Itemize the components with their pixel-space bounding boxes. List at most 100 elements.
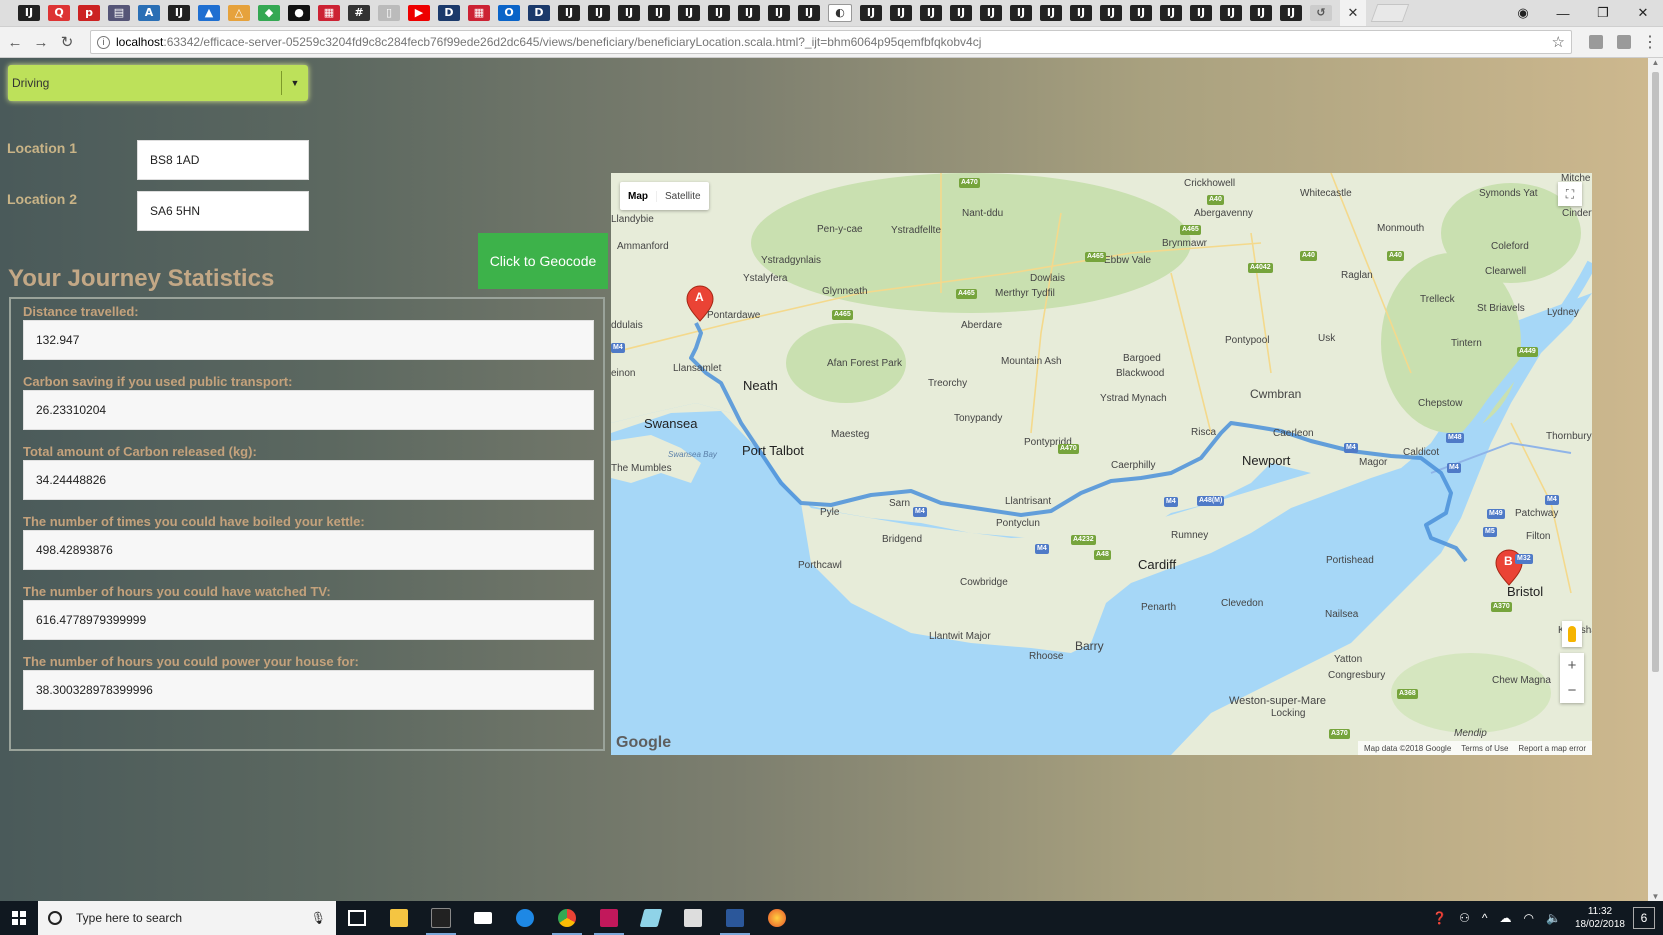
intellij-tab-icon[interactable]: IJ [618,5,640,21]
intellij-tab-icon[interactable]: IJ [1190,5,1212,21]
back-icon[interactable]: ← [4,34,26,51]
task-view-icon[interactable] [336,901,378,935]
intellij-tab-icon[interactable]: IJ [648,5,670,21]
reload-icon[interactable]: ↻ [56,33,78,51]
intellij-tab-icon[interactable]: IJ [708,5,730,21]
intellij-tab-icon[interactable]: IJ [168,5,190,21]
extension-icon[interactable] [1617,35,1631,49]
stat-value-kettle[interactable]: 498.42893876 [23,530,594,570]
intellij-tab-icon[interactable]: IJ [1250,5,1272,21]
extension-icon[interactable] [1589,35,1603,49]
pinterest-tab-icon[interactable]: p [78,5,100,21]
volume-icon[interactable]: 🔈 [1546,911,1561,925]
stat-value-carbon-saving[interactable]: 26.23310204 [23,390,594,430]
intellij-tab-icon[interactable]: IJ [890,5,912,21]
profile-icon[interactable]: ◉ [1503,5,1543,21]
map-type-satellite-button[interactable]: Satellite [656,190,709,202]
pdf-tab-icon[interactable]: ▦ [318,5,340,21]
intellij-tab-icon[interactable]: IJ [1220,5,1242,21]
stat-value-distance[interactable]: 132.947 [23,320,594,360]
marker-b-label[interactable]: B [1504,554,1513,568]
restore-button[interactable]: ❐ [1583,5,1623,21]
stat-value-house[interactable]: 38.300328978399996 [23,670,594,710]
start-button[interactable] [0,901,38,935]
page-scrollbar[interactable]: ▲ ▼ [1648,58,1663,901]
map-type-map-button[interactable]: Map [620,191,656,202]
close-window-button[interactable]: ✕ [1623,5,1663,21]
notifications-icon[interactable]: 6 [1633,907,1655,929]
intellij-tab-icon[interactable]: IJ [18,5,40,21]
fullscreen-icon[interactable]: ⛶ [1558,182,1582,206]
history-tab-icon[interactable]: ↺ [1310,5,1332,21]
outlook-tab-icon[interactable]: O [498,5,520,21]
intellij-tab-icon[interactable]: IJ [980,5,1002,21]
dropdown-arrow-icon[interactable]: ▼ [282,78,308,88]
scroll-up-icon[interactable]: ▲ [1648,58,1663,67]
bookmark-star-icon[interactable]: ☆ [1552,33,1565,51]
location2-input[interactable]: SA6 5HN [137,191,309,231]
file-tab-icon[interactable]: ▯ [378,5,400,21]
travel-mode-select[interactable]: Driving ▼ [8,65,308,101]
geocode-button[interactable]: Click to Geocode [478,233,608,289]
terms-of-use-link[interactable]: Terms of Use [1461,744,1508,753]
intellij-tab-icon[interactable]: IJ [950,5,972,21]
stat-value-tv[interactable]: 616.4778979399999 [23,600,594,640]
calculator-icon[interactable] [672,901,714,935]
hash-tab-icon[interactable]: # [348,5,370,21]
file-explorer-icon[interactable] [378,901,420,935]
word-icon[interactable] [714,901,756,935]
azure-tab-icon[interactable]: ▲ [198,5,220,21]
maps-tab-icon[interactable]: ◆ [258,5,280,21]
close-tab-icon[interactable]: ✕ [1348,5,1359,21]
pdf-tab-icon[interactable]: ▦ [468,5,490,21]
github-tab-icon[interactable]: ● [288,5,310,21]
minimize-button[interactable]: — [1543,6,1583,21]
url-input[interactable]: i localhost:63342/efficace-server-05259c… [90,30,1572,54]
street-view-pegman-icon[interactable] [1562,621,1582,647]
browser-menu-icon[interactable]: ⋮ [1642,32,1658,52]
zoom-in-icon[interactable]: + [1560,653,1584,678]
chrome-icon[interactable] [546,901,588,935]
intellij-icon[interactable] [588,901,630,935]
intellij-tab-icon[interactable]: IJ [678,5,700,21]
app-icon[interactable] [630,901,672,935]
intellij-tab-icon[interactable]: IJ [1160,5,1182,21]
route-map[interactable]: A B Swansea Neath Port Talbot Newport Ca… [611,173,1592,755]
intellij-tab-icon[interactable]: IJ [1100,5,1122,21]
intellij-tab-icon[interactable]: IJ [1040,5,1062,21]
firefox-icon[interactable] [756,901,798,935]
d-tab-icon[interactable]: D [528,5,550,21]
marker-a-label[interactable]: A [695,290,704,304]
intellij-tab-icon[interactable]: IJ [558,5,580,21]
d-tab-icon[interactable]: D [438,5,460,21]
clock[interactable]: 11:32 18/02/2018 [1575,905,1625,931]
intellij-tab-icon[interactable]: IJ [738,5,760,21]
mail-icon[interactable] [462,901,504,935]
scroll-thumb[interactable] [1652,72,1659,672]
intellij-tab-icon[interactable]: IJ [1010,5,1032,21]
intellij-tab-icon[interactable]: IJ [768,5,790,21]
microphone-icon[interactable]: 🎙 [311,911,326,925]
intellij-tab-icon[interactable]: IJ [920,5,942,21]
drive-tab-icon[interactable]: △ [228,5,250,21]
onedrive-icon[interactable]: ☁ [1500,911,1512,925]
forward-icon[interactable]: → [30,34,52,51]
intellij-tab-icon[interactable]: IJ [798,5,820,21]
people-icon[interactable]: ⚇ [1459,911,1470,925]
help-icon[interactable]: ❓ [1432,911,1447,925]
location1-input[interactable]: BS8 1AD [137,140,309,180]
youtube-tab-icon[interactable]: ▶ [408,5,430,21]
terminal-icon[interactable] [420,901,462,935]
doc-tab-icon[interactable]: ▤ [108,5,130,21]
wifi-icon[interactable]: ◠ [1524,911,1534,925]
stat-value-carbon-released[interactable]: 34.24448826 [23,460,594,500]
zoom-out-icon[interactable]: − [1560,678,1584,703]
intellij-tab-icon[interactable]: IJ [1280,5,1302,21]
intellij-tab-icon[interactable]: IJ [860,5,882,21]
show-hidden-icons-icon[interactable]: ^ [1482,911,1488,925]
quora-tab-icon[interactable]: Q [48,5,70,21]
info-icon[interactable]: i [97,35,110,49]
scroll-down-icon[interactable]: ▼ [1648,892,1663,901]
loading-tab-icon[interactable]: ◐ [828,4,852,22]
report-error-link[interactable]: Report a map error [1518,744,1586,753]
